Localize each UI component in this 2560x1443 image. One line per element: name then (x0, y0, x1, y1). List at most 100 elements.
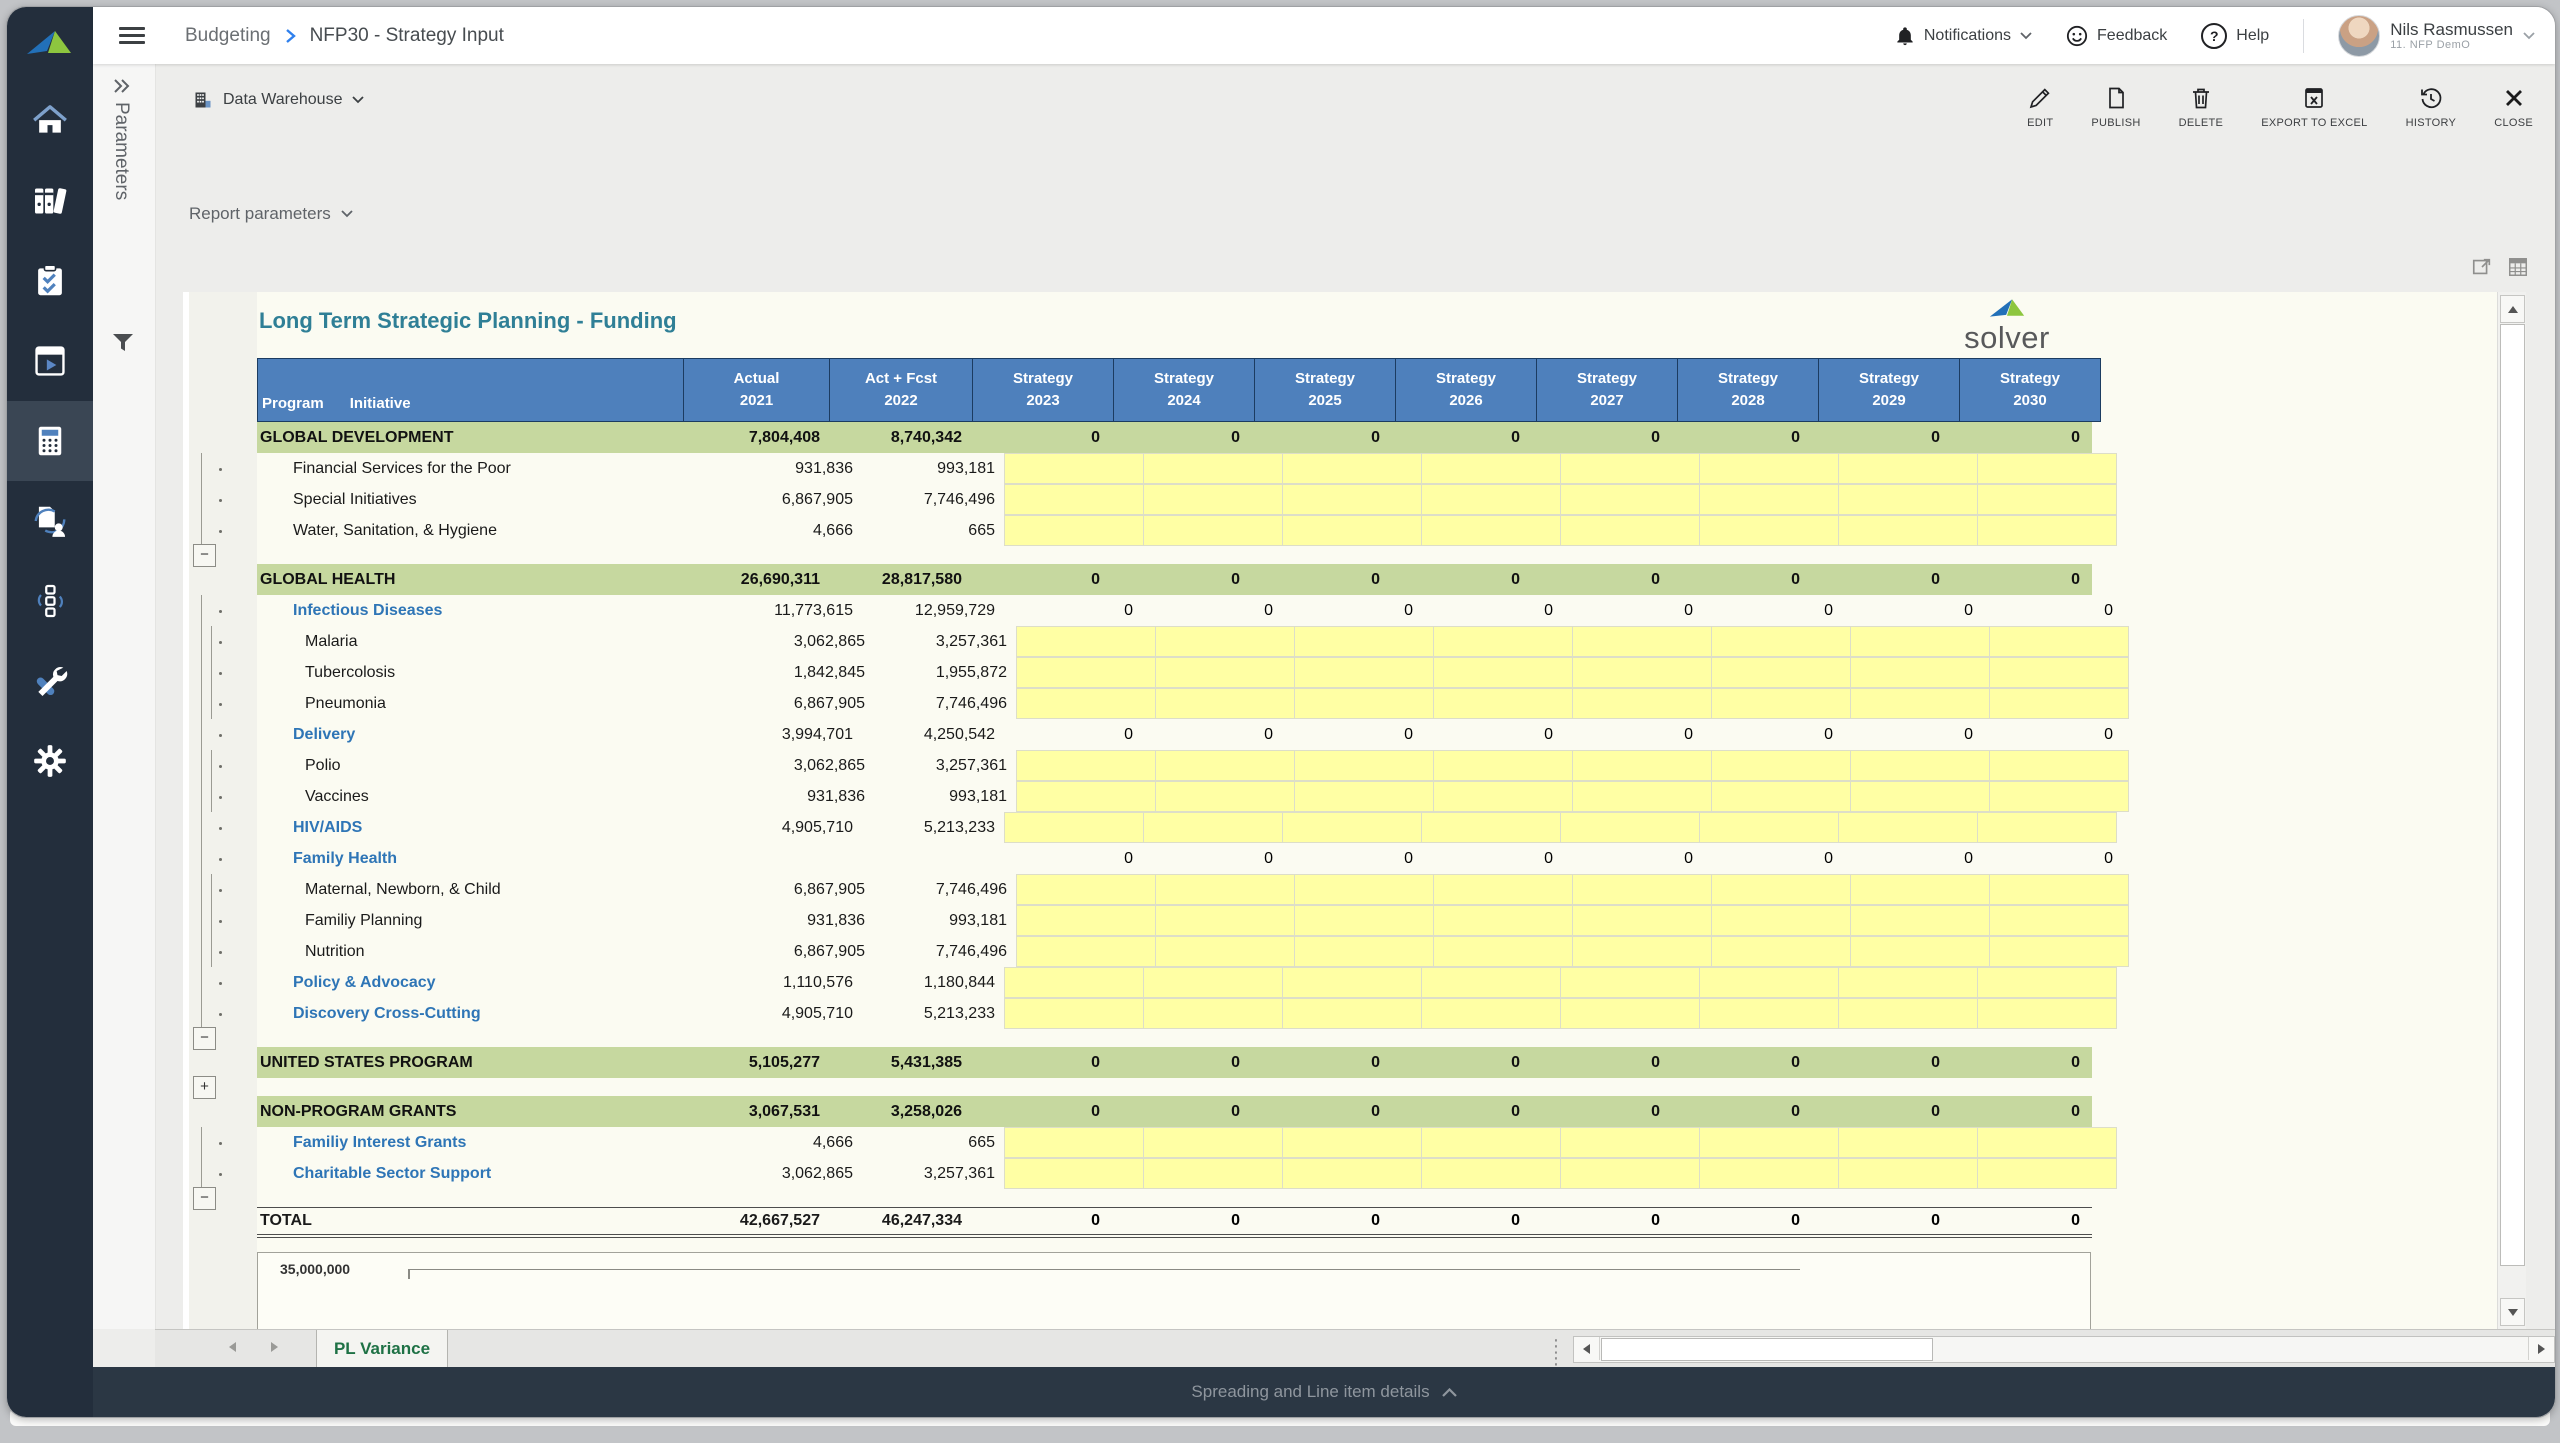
strategy-input-cell[interactable] (1155, 874, 1295, 905)
strategy-input-cell[interactable] (1977, 1127, 2117, 1158)
strategy-input-cell[interactable] (1282, 515, 1422, 546)
feedback-button[interactable]: Feedback (2066, 25, 2167, 47)
strategy-input-cell[interactable] (1155, 905, 1295, 936)
strategy-input-cell[interactable] (1004, 967, 1144, 998)
strategy-input-cell[interactable] (1143, 1158, 1283, 1189)
strategy-input-cell[interactable] (1560, 484, 1700, 515)
strategy-input-cell[interactable] (1711, 874, 1851, 905)
sidebar-item-library[interactable] (7, 161, 93, 241)
strategy-input-cell[interactable] (1711, 688, 1851, 719)
strategy-input-cell[interactable] (1838, 484, 1978, 515)
strategy-input-cell[interactable] (1421, 1158, 1561, 1189)
delete-button[interactable]: DELETE (2179, 86, 2224, 129)
strategy-input-cell[interactable] (1572, 936, 1712, 967)
details-drawer-toggle[interactable]: Spreading and Line item details (93, 1367, 2555, 1417)
strategy-input-cell[interactable] (1294, 688, 1434, 719)
help-button[interactable]: ? Help (2201, 23, 2269, 49)
scroll-right-button[interactable] (2528, 1337, 2554, 1360)
strategy-input-cell[interactable] (1004, 812, 1144, 843)
strategy-input-cell[interactable] (1711, 750, 1851, 781)
strategy-input-cell[interactable] (1433, 626, 1573, 657)
strategy-input-cell[interactable] (1989, 874, 2129, 905)
strategy-input-cell[interactable] (1560, 453, 1700, 484)
sidebar-item-tasks[interactable] (7, 241, 93, 321)
strategy-input-cell[interactable] (1016, 936, 1156, 967)
vertical-scrollbar[interactable] (2497, 292, 2526, 1329)
scroll-up-button[interactable] (2500, 295, 2525, 323)
strategy-input-cell[interactable] (1850, 905, 1990, 936)
strategy-input-cell[interactable] (1155, 936, 1295, 967)
export-to-excel-button[interactable]: EXPORT TO EXCEL (2261, 86, 2367, 129)
strategy-input-cell[interactable] (1282, 453, 1422, 484)
strategy-input-cell[interactable] (1838, 812, 1978, 843)
grid-view-icon[interactable] (2507, 256, 2529, 278)
strategy-input-cell[interactable] (1294, 781, 1434, 812)
tab-scroll-left-button[interactable] (229, 1342, 236, 1352)
strategy-input-cell[interactable] (1016, 781, 1156, 812)
strategy-input-cell[interactable] (1850, 657, 1990, 688)
strategy-input-cell[interactable] (1977, 998, 2117, 1029)
edit-button[interactable]: EDIT (2027, 86, 2053, 129)
strategy-input-cell[interactable] (1282, 484, 1422, 515)
strategy-input-cell[interactable] (1572, 905, 1712, 936)
strategy-input-cell[interactable] (1016, 657, 1156, 688)
strategy-input-cell[interactable] (1433, 750, 1573, 781)
history-button[interactable]: HISTORY (2406, 86, 2457, 129)
strategy-input-cell[interactable] (1699, 484, 1839, 515)
strategy-input-cell[interactable] (1560, 515, 1700, 546)
sidebar-item-settings[interactable] (7, 721, 93, 801)
strategy-input-cell[interactable] (1850, 874, 1990, 905)
strategy-input-cell[interactable] (1143, 812, 1283, 843)
strategy-input-cell[interactable] (1699, 812, 1839, 843)
strategy-input-cell[interactable] (1850, 781, 1990, 812)
strategy-input-cell[interactable] (1421, 484, 1561, 515)
strategy-input-cell[interactable] (1433, 905, 1573, 936)
strategy-input-cell[interactable] (1711, 781, 1851, 812)
strategy-input-cell[interactable] (1699, 515, 1839, 546)
menu-icon[interactable] (119, 23, 145, 48)
strategy-input-cell[interactable] (1560, 998, 1700, 1029)
strategy-input-cell[interactable] (1711, 936, 1851, 967)
solver-logo-icon[interactable] (7, 7, 93, 81)
sidebar-item-tools[interactable] (7, 641, 93, 721)
strategy-input-cell[interactable] (1699, 453, 1839, 484)
strategy-input-cell[interactable] (1155, 750, 1295, 781)
sidebar-item-budgeting[interactable] (7, 401, 93, 481)
strategy-input-cell[interactable] (1143, 1127, 1283, 1158)
strategy-input-cell[interactable] (1282, 1158, 1422, 1189)
strategy-input-cell[interactable] (1560, 812, 1700, 843)
strategy-input-cell[interactable] (1004, 515, 1144, 546)
strategy-input-cell[interactable] (1143, 515, 1283, 546)
strategy-input-cell[interactable] (1838, 967, 1978, 998)
strategy-input-cell[interactable] (1433, 657, 1573, 688)
strategy-input-cell[interactable] (1294, 905, 1434, 936)
strategy-input-cell[interactable] (1850, 936, 1990, 967)
strategy-input-cell[interactable] (1282, 998, 1422, 1029)
strategy-input-cell[interactable] (1155, 781, 1295, 812)
strategy-input-cell[interactable] (1572, 657, 1712, 688)
expand-panel-icon[interactable] (113, 78, 155, 94)
strategy-input-cell[interactable] (1016, 626, 1156, 657)
tab-scroll-right-button[interactable] (271, 1342, 278, 1352)
strategy-input-cell[interactable] (1989, 657, 2129, 688)
strategy-input-cell[interactable] (1421, 453, 1561, 484)
strategy-input-cell[interactable] (1004, 453, 1144, 484)
vertical-scroll-thumb[interactable] (2500, 324, 2525, 1266)
strategy-input-cell[interactable] (1433, 936, 1573, 967)
strategy-input-cell[interactable] (1004, 1127, 1144, 1158)
strategy-input-cell[interactable] (1989, 781, 2129, 812)
strategy-input-cell[interactable] (1433, 688, 1573, 719)
strategy-input-cell[interactable] (1421, 515, 1561, 546)
strategy-input-cell[interactable] (1421, 998, 1561, 1029)
strategy-input-cell[interactable] (1004, 1158, 1144, 1189)
strategy-input-cell[interactable] (1004, 484, 1144, 515)
strategy-input-cell[interactable] (1977, 967, 2117, 998)
strategy-input-cell[interactable] (1989, 750, 2129, 781)
horizontal-scroll-thumb[interactable] (1601, 1338, 1933, 1361)
user-menu[interactable]: Nils Rasmussen 11. NFP DemO (2338, 15, 2535, 57)
strategy-input-cell[interactable] (1572, 626, 1712, 657)
strategy-input-cell[interactable] (1282, 967, 1422, 998)
strategy-input-cell[interactable] (1989, 626, 2129, 657)
strategy-input-cell[interactable] (1294, 936, 1434, 967)
horizontal-scrollbar[interactable] (1573, 1336, 2555, 1363)
